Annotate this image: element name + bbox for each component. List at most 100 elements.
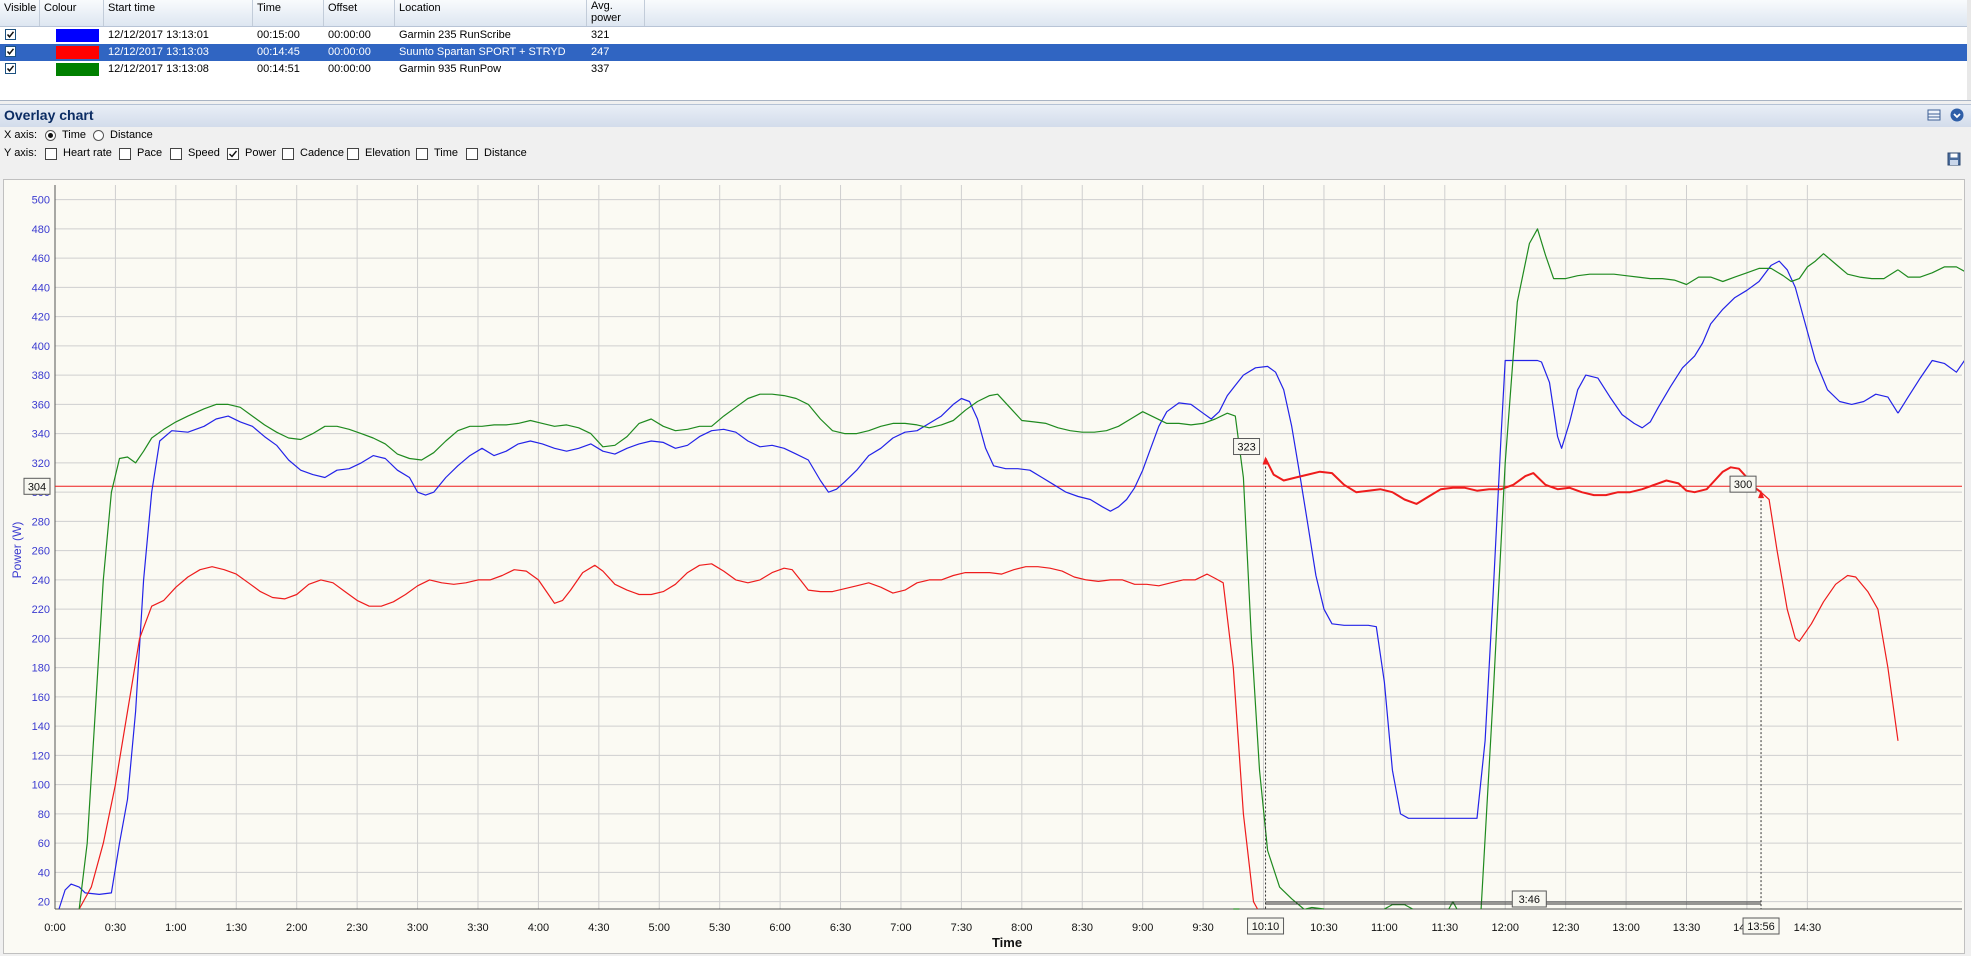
plot-area — [55, 185, 1962, 909]
y-tick-label: 120 — [32, 750, 50, 762]
y-tick-label: 220 — [32, 604, 50, 616]
y-axis-distance-label: Distance — [484, 147, 527, 159]
y-axis-elevation-label: Elevation — [365, 147, 411, 159]
y-axis-pace-checkbox[interactable] — [119, 148, 131, 160]
x-tick-label: 14:30 — [1794, 922, 1822, 934]
save-icon[interactable] — [1947, 152, 1961, 166]
colour-swatch[interactable] — [56, 29, 99, 42]
x-axis-distance-radio[interactable] — [93, 130, 104, 141]
cell-location: Garmin 935 RunPow — [399, 63, 502, 75]
cell-offset: 00:00:00 — [328, 46, 371, 58]
grid-header: Visible Colour Start time Time Offset Lo… — [0, 0, 1971, 27]
cell-avg-power: 247 — [591, 46, 610, 58]
y-axis-cadence-checkbox[interactable] — [282, 148, 294, 160]
activity-grid: Visible Colour Start time Time Offset Lo… — [0, 0, 1971, 101]
x-tick-label: 2:30 — [346, 922, 367, 934]
x-axis-distance-label: Distance — [110, 129, 153, 141]
y-tick-label: 160 — [32, 692, 50, 704]
x-tick-label: 4:30 — [588, 922, 609, 934]
x-tick-label: 12:00 — [1491, 922, 1519, 934]
y-tick-label: 140 — [32, 721, 50, 733]
y-axis-label: Y axis: — [4, 147, 37, 159]
y-axis-heart-rate-label: Heart rate — [63, 147, 112, 159]
y-tick-label: 20 — [38, 897, 50, 909]
colour-swatch[interactable] — [56, 46, 99, 59]
x-tick-label: 6:00 — [769, 922, 790, 934]
cell-location: Garmin 235 RunScribe — [399, 29, 511, 41]
y-axis-pace-label: Pace — [137, 147, 163, 159]
y-tick-label: 100 — [32, 780, 50, 792]
cell-start-time: 12/12/2017 13:13:03 — [108, 46, 209, 58]
visible-checkbox[interactable] — [5, 46, 16, 57]
table-row[interactable]: 12/12/2017 13:13:03 00:14:45 00:00:00 Suunt… — [0, 44, 1971, 61]
power-chart-svg: 0:00 0:30 1:00 1:30 2:00 2:30 3:00 3:30 4:00 4:30… — [10, 185, 1964, 950]
y-axis-cadence-label: Cadence — [300, 147, 345, 159]
x-tick-label: 10:30 — [1310, 922, 1338, 934]
x-tick-label: 7:30 — [951, 922, 972, 934]
x-axis-label: X axis: — [4, 129, 38, 141]
layout-icon[interactable] — [1927, 108, 1941, 122]
x-tick-label: 0:30 — [105, 922, 126, 934]
cell-avg-power: 321 — [591, 29, 610, 41]
column-header-avg-power[interactable]: Avg. power — [587, 0, 645, 26]
table-row[interactable]: 12/12/2017 13:13:01 00:15:00 00:00:00 Garmi… — [0, 27, 1971, 44]
x-tick-label: 1:00 — [165, 922, 186, 934]
start-time-label: 10:10 — [1252, 921, 1280, 933]
column-header-time[interactable]: Time — [253, 0, 324, 26]
column-header-colour[interactable]: Colour — [40, 0, 104, 26]
y-axis-distance-checkbox[interactable] — [466, 148, 478, 160]
x-tick-label: 5:30 — [709, 922, 730, 934]
table-row[interactable]: 12/12/2017 13:13:08 00:14:51 00:00:00 Garmi… — [0, 61, 1971, 78]
column-header-visible[interactable]: Visible — [0, 0, 40, 26]
column-header-location[interactable]: Location — [395, 0, 587, 26]
column-header-offset[interactable]: Offset — [324, 0, 395, 26]
collapse-icon[interactable] — [1950, 108, 1964, 122]
y-axis-speed-checkbox[interactable] — [170, 148, 182, 160]
y-tick-label: 80 — [38, 809, 50, 821]
grid-scrollbar[interactable] — [1967, 0, 1971, 100]
y-tick-label: 440 — [32, 282, 50, 294]
y-axis-heart-rate-checkbox[interactable] — [45, 148, 57, 160]
x-tick-label: 2:00 — [286, 922, 307, 934]
point-a-label: 323 — [1237, 442, 1255, 454]
y-tick-label: 380 — [32, 370, 50, 382]
x-tick-label: 3:00 — [407, 922, 428, 934]
x-tick-label: 13:30 — [1673, 922, 1701, 934]
y-axis-time-label: Time — [434, 147, 459, 159]
x-tick-label: 6:30 — [830, 922, 851, 934]
y-tick-label: 180 — [32, 663, 50, 675]
x-tick-label: 11:00 — [1371, 922, 1398, 934]
overlay-chart-header: Overlay chart — [0, 104, 1971, 128]
x-tick-label: 13:00 — [1612, 922, 1640, 934]
x-axis-time-radio[interactable] — [45, 130, 56, 141]
y-axis-time-checkbox[interactable] — [416, 148, 428, 160]
column-header-start-time[interactable]: Start time — [104, 0, 253, 26]
cell-avg-power: 337 — [591, 63, 610, 75]
y-axis-power-checkbox[interactable] — [227, 148, 239, 160]
y-marker-label: 304 — [28, 481, 46, 493]
colour-swatch[interactable] — [56, 63, 99, 76]
overlay-chart[interactable]: 0:00 0:30 1:00 1:30 2:00 2:30 3:00 3:30 4:00 4:30… — [3, 179, 1965, 954]
duration-label: 3:46 — [1519, 894, 1540, 906]
y-axis-title: Power (W) — [10, 522, 24, 579]
x-tick-label: 11:30 — [1431, 922, 1458, 934]
panel-title: Overlay chart — [4, 107, 94, 123]
y-tick-label: 480 — [32, 224, 50, 236]
y-tick-label: 400 — [32, 341, 50, 353]
x-tick-label: 8:00 — [1011, 922, 1032, 934]
x-tick-label: 0:00 — [44, 922, 65, 934]
cell-time: 00:14:51 — [257, 63, 300, 75]
y-tick-label: 360 — [32, 399, 50, 411]
visible-checkbox[interactable] — [5, 63, 16, 74]
y-tick-label: 40 — [38, 867, 50, 879]
y-tick-label: 340 — [32, 429, 50, 441]
x-tick-label: 8:30 — [1072, 922, 1093, 934]
y-tick-label: 60 — [38, 838, 50, 850]
cell-start-time: 12/12/2017 13:13:01 — [108, 29, 209, 41]
visible-checkbox[interactable] — [5, 29, 16, 40]
x-tick-label: 9:30 — [1192, 922, 1213, 934]
x-axis-title: Time — [992, 935, 1022, 950]
chart-options: X axis: Time Distance Y axis: Heart rate… — [0, 127, 1971, 177]
cell-offset: 00:00:00 — [328, 29, 371, 41]
y-axis-elevation-checkbox[interactable] — [347, 148, 359, 160]
